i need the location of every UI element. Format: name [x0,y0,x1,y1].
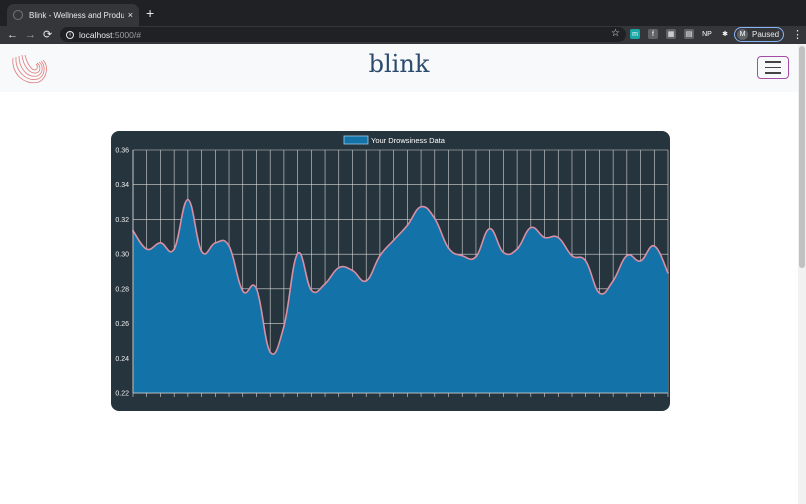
y-tick-label: 0.36 [115,148,129,155]
brand-title[interactable]: blink [0,50,798,78]
data-point[interactable] [324,282,326,285]
browser-tab[interactable]: Blink - Wellness and Productiv × [7,4,139,26]
data-point[interactable] [557,236,560,239]
legend-swatch [343,135,369,145]
navbar: blink [0,44,798,92]
y-tick-label: 0.32 [115,217,129,224]
y-tick-label: 0.26 [115,321,129,328]
data-point[interactable] [461,254,464,257]
data-point[interactable] [310,289,313,292]
data-point[interactable] [228,245,230,247]
data-point[interactable] [543,236,546,239]
data-point[interactable] [186,198,189,201]
profile-button[interactable]: M Paused [734,27,784,42]
tab-favicon-icon [13,10,23,20]
data-point[interactable] [241,290,244,292]
data-point[interactable] [351,269,354,272]
data-point[interactable] [282,325,285,328]
data-point[interactable] [571,254,573,257]
profile-status: Paused [752,30,780,39]
data-point[interactable] [406,224,409,227]
data-point[interactable] [392,239,395,242]
data-point[interactable] [475,255,477,258]
data-point[interactable] [200,250,203,253]
data-point[interactable] [488,227,491,230]
data-point[interactable] [667,271,669,274]
y-tick-label: 0.34 [115,182,129,189]
data-point[interactable] [584,260,587,262]
back-arrow-icon[interactable]: ← [7,28,18,42]
legend-label: Your Drowsiness Data [371,136,446,145]
chart-legend[interactable]: Your Drowsiness Data [343,135,446,145]
data-point[interactable] [420,205,422,208]
data-point[interactable] [447,247,450,249]
m-extension-icon[interactable]: m [630,29,640,39]
page-scrollbar[interactable] [798,44,806,504]
scrollbar-thumb[interactable] [799,46,805,268]
hamburger-line [765,72,781,74]
hamburger-line [765,66,781,69]
data-point[interactable] [159,241,162,244]
browser-tab-strip: Blink - Wellness and Productiv × + [0,0,806,26]
site-info-icon[interactable]: i [66,30,74,39]
browser-menu-icon[interactable]: ⋮ [792,28,803,41]
data-point[interactable] [612,279,615,282]
y-tick-label: 0.28 [115,286,129,293]
drowsiness-chart-card: 0.36 0.34 0.32 0.30 0.28 0.26 0.24 0.22 Your Dro… [111,131,670,411]
new-tab-button[interactable]: + [146,6,154,20]
address-bar[interactable]: i localhost :5000/# ☆ [60,27,626,42]
y-tick-label: 0.22 [115,391,129,398]
profile-avatar: M [737,29,748,40]
browser-toolbar: ← → ⟳ i localhost :5000/# ☆ m f ▦ ▤ NP ✱ M Pa… [0,26,806,44]
data-point[interactable] [625,254,628,257]
data-point[interactable] [145,248,148,251]
data-point[interactable] [173,248,176,251]
data-point[interactable] [337,266,340,269]
data-point[interactable] [516,248,519,251]
data-point[interactable] [653,245,656,247]
bookmark-star-icon[interactable]: ☆ [611,28,620,39]
data-point[interactable] [598,292,601,294]
url-host: localhost [79,29,113,40]
reload-icon[interactable]: ⟳ [43,28,52,42]
box-extension-icon[interactable]: ▤ [684,29,694,39]
np-extension-icon[interactable]: NP [702,29,712,39]
data-point[interactable] [269,351,272,353]
hamburger-menu-button[interactable] [757,56,789,79]
grid-extension-icon[interactable]: ▦ [666,29,676,39]
data-point[interactable] [296,252,299,255]
data-point[interactable] [502,251,505,254]
data-point[interactable] [379,254,381,257]
data-point[interactable] [639,260,642,262]
data-point[interactable] [365,279,368,282]
facebook-extension-icon[interactable]: f [648,29,658,39]
data-point[interactable] [214,241,217,244]
forward-arrow-icon[interactable]: → [25,28,36,42]
y-tick-label: 0.24 [115,356,129,363]
url-path: :5000/# [112,29,141,40]
data-point[interactable] [529,226,532,229]
drowsiness-chart: 0.36 0.34 0.32 0.30 0.28 0.26 0.24 0.22 Your Dro… [115,135,669,398]
y-tick-label: 0.30 [115,252,129,259]
page-viewport: blink 0.36 0.34 0.32 0.30 0.28 0.26 0.24 0.22 Yo… [0,44,806,504]
tab-title: Blink - Wellness and Productiv [29,10,124,20]
tab-close-icon[interactable]: × [128,10,133,20]
series-area [133,199,668,393]
puzzle-extension-icon[interactable]: ✱ [720,29,730,39]
data-point[interactable] [433,217,436,220]
data-point[interactable] [255,287,258,290]
hamburger-line [765,61,781,63]
